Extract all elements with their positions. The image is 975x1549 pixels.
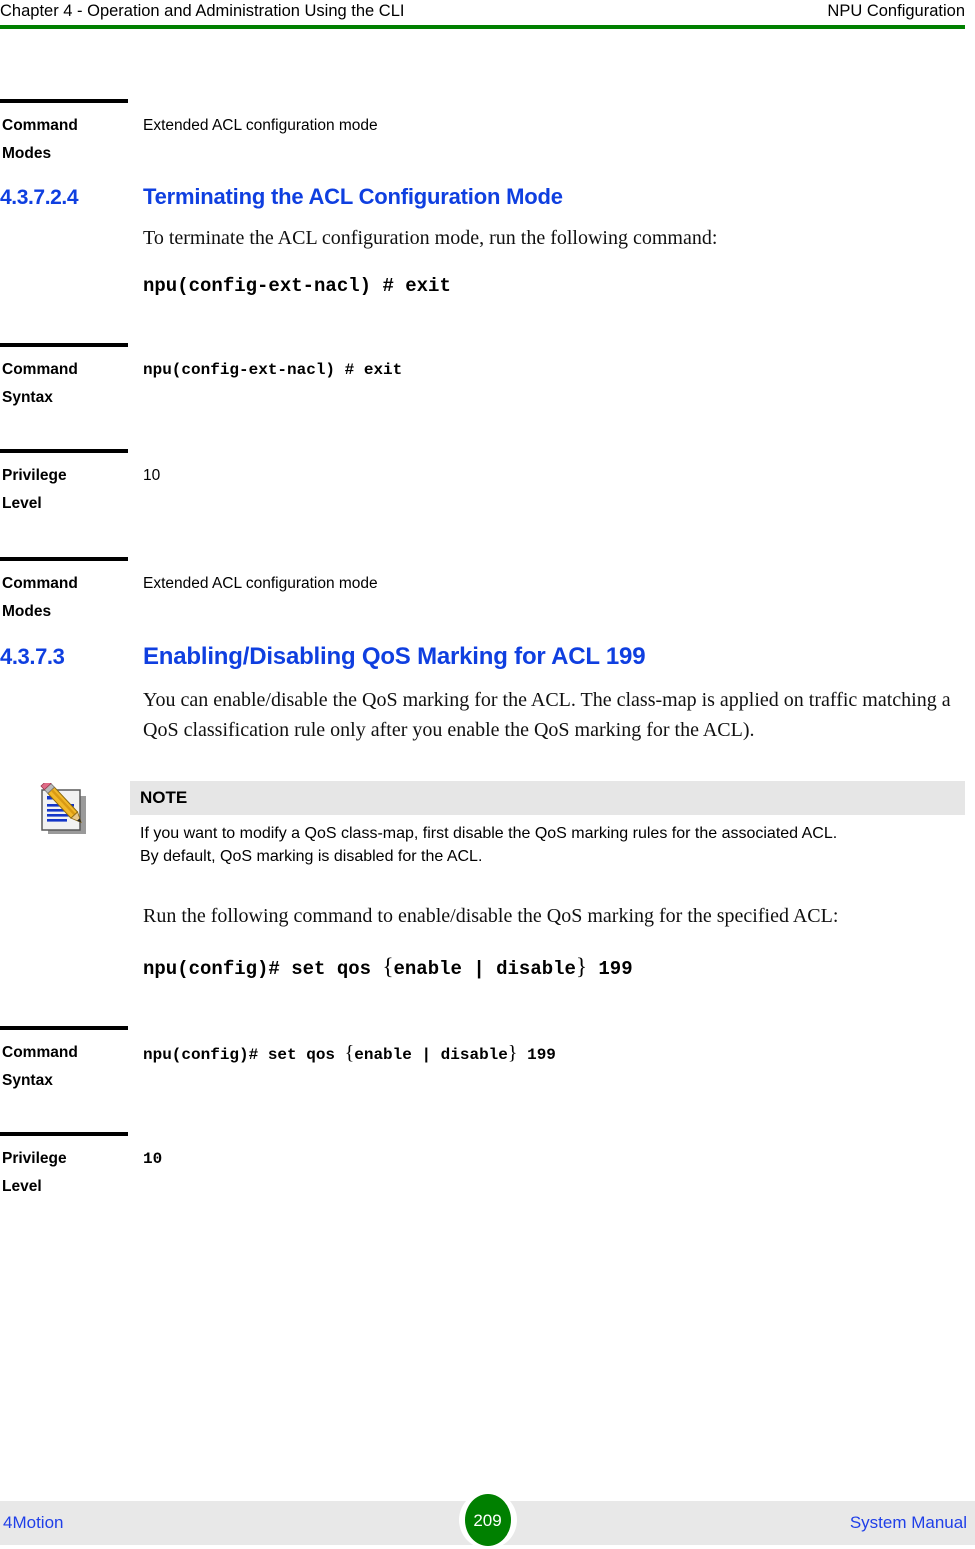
page-number-badge: 209: [458, 1491, 517, 1549]
section-title-4-3-7-2-4: Terminating the ACL Configuration Mode: [143, 184, 563, 209]
command-syntax-block-2: Command Syntax npu(config)# set qos {ena…: [0, 1026, 975, 1131]
section-title-4-3-7-3: Enabling/Disabling QoS Marking for ACL 1…: [143, 643, 646, 670]
command-syntax-block-1: Command Syntax npu(config-ext-nacl) # ex…: [0, 343, 975, 448]
note-body: NOTE If you want to modify a QoS class-m…: [130, 781, 965, 868]
command-modes-value-2: Extended ACL configuration mode: [143, 575, 378, 592]
footer-product-name: 4Motion: [3, 1513, 64, 1532]
section-heading-4-3-7-2-4: 4.3.7.2.4 Terminating the ACL Configurat…: [0, 184, 975, 210]
section-heading-4-3-7-3: 4.3.7.3 Enabling/Disabling QoS Marking f…: [0, 643, 975, 671]
privilege-level-value-1: 10: [143, 467, 161, 484]
command-modes-label-2: Command Modes: [2, 575, 78, 620]
paragraph-qos-marking-intro: You can enable/disable the QoS marking f…: [143, 689, 951, 741]
command-line-set-qos: npu(config)# set qos {enable | disable} …: [143, 954, 975, 982]
brace-open-icon: {: [382, 954, 394, 979]
paragraph-run-command: Run the following command to enable/disa…: [143, 905, 839, 927]
syntax-prefix: npu(config)# set qos: [143, 1046, 345, 1064]
command-modes-block-2: Command Modes Extended ACL configuration…: [0, 557, 975, 637]
note-title-bar: NOTE: [130, 781, 965, 815]
command-modes-value-1: Extended ACL configuration mode: [143, 117, 378, 134]
command-prefix: npu(config)# set qos: [143, 958, 383, 980]
footer-document-name: System Manual: [849, 1513, 967, 1532]
page-content: Command Modes Extended ACL configuration…: [0, 0, 975, 1237]
note-callout: NOTE If you want to modify a QoS class-m…: [0, 779, 975, 868]
note-text: If you want to modify a QoS class-map, f…: [130, 815, 965, 868]
command-syntax-label-1: Command Syntax: [2, 361, 78, 406]
section-number-4-3-7-3: 4.3.7.3: [0, 644, 65, 669]
note-title: NOTE: [140, 788, 188, 807]
page-number-disc: 209: [464, 1494, 511, 1546]
privilege-level-label-1: Privilege Level: [2, 467, 67, 512]
command-syntax-value-1: npu(config-ext-nacl) # exit: [143, 361, 403, 379]
privilege-level-block-1: Privilege Level 10: [0, 449, 975, 554]
note-pencil-icon: [32, 779, 94, 845]
note-text-line-2: By default, QoS marking is disabled for …: [140, 848, 483, 865]
privilege-level-label-2: Privilege Level: [2, 1150, 67, 1195]
note-text-line-1: If you want to modify a QoS class-map, f…: [140, 825, 838, 842]
section-number-4-3-7-2-4: 4.3.7.2.4: [0, 186, 79, 209]
command-modes-label-1: Command Modes: [2, 117, 78, 162]
command-modes-block-1: Command Modes Extended ACL configuration…: [0, 99, 975, 179]
command-suffix: 199: [586, 958, 633, 980]
privilege-level-block-2: Privilege Level 10: [0, 1132, 975, 1237]
privilege-level-value-2: 10: [143, 1150, 163, 1168]
syntax-options: enable | disable: [354, 1046, 508, 1064]
command-options: enable | disable: [393, 958, 576, 980]
command-syntax-value-2: npu(config)# set qos {enable | disable} …: [143, 1026, 975, 1069]
command-line-exit: npu(config-ext-nacl) # exit: [143, 275, 451, 297]
syntax-brace-open-icon: {: [344, 1042, 355, 1064]
page-number: 209: [473, 1510, 502, 1530]
paragraph-terminate-acl: To terminate the ACL configuration mode,…: [143, 227, 718, 249]
brace-close-icon: }: [575, 954, 587, 979]
syntax-suffix: 199: [517, 1046, 556, 1064]
page-footer: 4Motion 209 System Manual: [0, 1491, 975, 1549]
command-syntax-label-2: Command Syntax: [2, 1044, 78, 1089]
